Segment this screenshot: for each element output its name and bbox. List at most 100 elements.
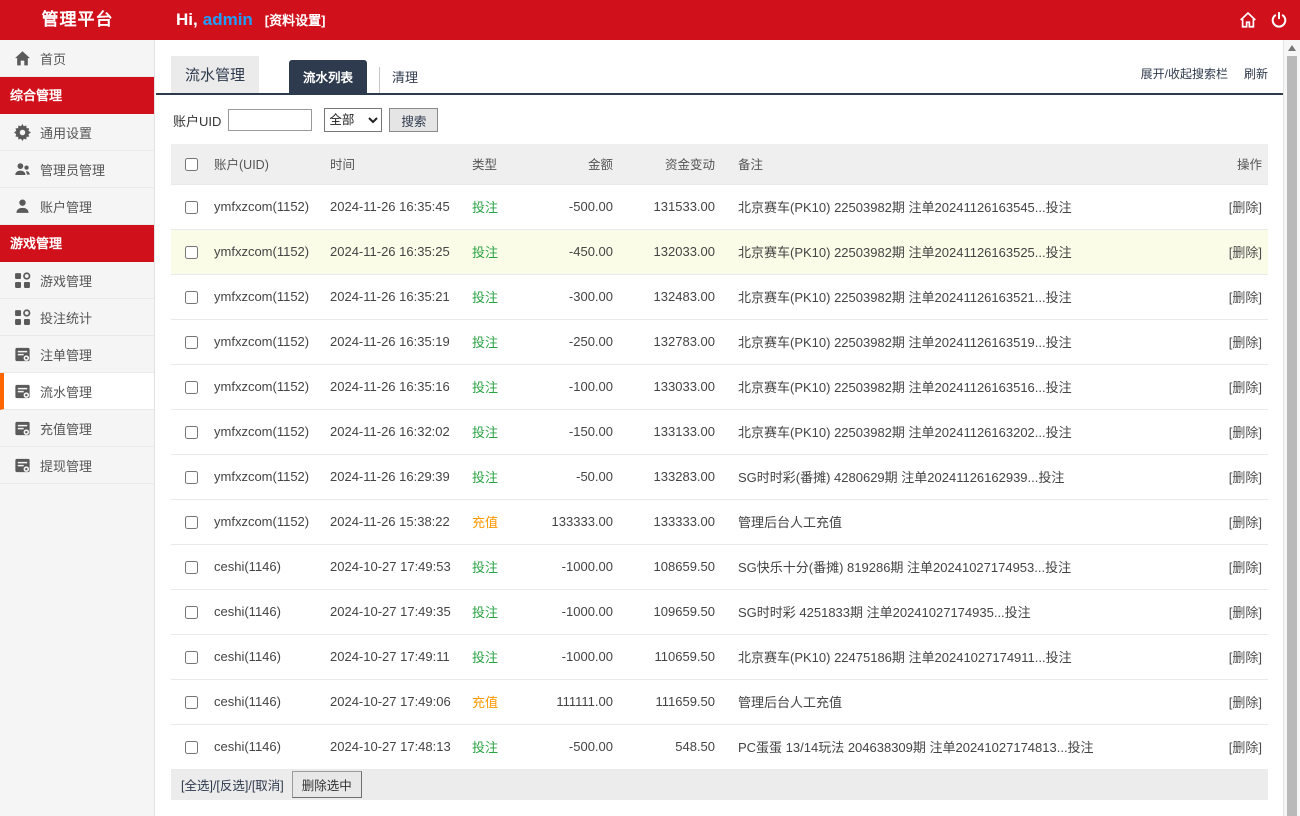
row-checkbox[interactable] — [185, 336, 198, 350]
search-button[interactable]: 搜索 — [389, 108, 439, 132]
delete-link[interactable]: [删除] — [1229, 245, 1262, 260]
home-icon[interactable] — [1239, 11, 1257, 29]
sidebar-item-account-management[interactable]: 账户管理 — [0, 188, 154, 225]
sidebar-item-recharge-management[interactable]: 充值管理 — [0, 410, 154, 447]
top-actions — [1239, 0, 1288, 40]
cell-amount: -500.00 — [546, 724, 614, 770]
cell-action: [删除] — [1198, 589, 1268, 635]
cell-remark: 北京赛车(PK10) 22503982期 注单20241126163545...… — [716, 184, 1198, 230]
table-row: ceshi(1146) 2024-10-27 17:49:53 投注 -1000.00… — [171, 544, 1268, 590]
row-checkbox[interactable] — [185, 651, 198, 665]
delete-link[interactable]: [删除] — [1229, 695, 1262, 710]
table-row: ymfxzcom(1152) 2024-11-26 15:38:22 充值 13333… — [171, 499, 1268, 545]
delete-link[interactable]: [删除] — [1229, 470, 1262, 485]
cell-action: [删除] — [1198, 274, 1268, 320]
cell-amount: -450.00 — [546, 229, 614, 275]
delete-link[interactable]: [删除] — [1229, 515, 1262, 530]
sidebar-item-label: 注单管理 — [40, 347, 93, 363]
cell-amount: -1000.00 — [546, 544, 614, 590]
sidebar-item-home[interactable]: 首页 — [0, 40, 154, 77]
scrollbar-thumb[interactable] — [1287, 56, 1297, 816]
type-badge: 投注 — [472, 740, 499, 755]
sidebar-item-order-management[interactable]: 注单管理 — [0, 336, 154, 373]
delete-selected-button[interactable]: 删除选中 — [291, 771, 362, 798]
cell-balance: 108659.50 — [614, 544, 716, 590]
cell-balance: 131533.00 — [614, 184, 716, 230]
table-header-row: 账户(UID) 时间 类型 金额 资金变动 备注 操作 — [171, 144, 1268, 185]
delete-link[interactable]: [删除] — [1229, 335, 1262, 350]
cell-remark: 北京赛车(PK10) 22503982期 注单20241126163202...… — [716, 409, 1198, 455]
sidebar-item-flow-management[interactable]: 流水管理 — [0, 373, 154, 410]
row-checkbox[interactable] — [185, 741, 198, 755]
cell-time: 2024-10-27 17:49:06 — [329, 679, 471, 725]
delete-link[interactable]: [删除] — [1229, 740, 1262, 755]
sidebar-item-game-management[interactable]: 游戏管理 — [0, 262, 154, 299]
power-icon[interactable] — [1270, 11, 1288, 29]
row-checkbox[interactable] — [185, 516, 198, 530]
delete-link[interactable]: [删除] — [1229, 200, 1262, 215]
vertical-scrollbar[interactable] — [1283, 40, 1300, 816]
sidebar-item-general-settings[interactable]: 通用设置 — [0, 114, 154, 151]
refresh-link[interactable]: 刷新 — [1244, 65, 1268, 82]
type-badge: 充值 — [472, 515, 499, 530]
type-badge: 投注 — [472, 425, 499, 440]
sidebar-section-game-group: 游戏管理 — [0, 225, 154, 262]
type-filter-select[interactable]: 全部 — [324, 108, 383, 132]
delete-link[interactable]: [删除] — [1229, 560, 1262, 575]
row-checkbox[interactable] — [185, 201, 198, 215]
row-checkbox[interactable] — [185, 471, 198, 485]
scroll-up-icon[interactable] — [1288, 45, 1296, 51]
page-title: 流水管理 — [171, 56, 260, 93]
sidebar-item-withdraw-management[interactable]: 提现管理 — [0, 447, 154, 484]
row-checkbox[interactable] — [185, 426, 198, 440]
cell-amount: -150.00 — [546, 409, 614, 455]
type-badge: 投注 — [472, 335, 499, 350]
cell-remark: 北京赛车(PK10) 22503982期 注单20241126163525...… — [716, 229, 1198, 275]
row-checkbox[interactable] — [185, 381, 198, 395]
row-checkbox[interactable] — [185, 291, 198, 305]
sidebar-item-admin-management[interactable]: 管理员管理 — [0, 151, 154, 188]
cell-checkbox — [171, 544, 213, 590]
profile-settings-link[interactable]: [资料设置] — [265, 13, 326, 28]
cell-time: 2024-11-26 16:35:25 — [329, 229, 471, 275]
sidebar-item-label: 管理员管理 — [40, 162, 106, 178]
delete-link[interactable]: [删除] — [1229, 290, 1262, 305]
cell-remark: 北京赛车(PK10) 22503982期 注单20241126163521...… — [716, 274, 1198, 320]
sidebar-item-label: 首页 — [40, 51, 67, 67]
delete-link[interactable]: [删除] — [1229, 650, 1262, 665]
column-header-account: 账户(UID) — [213, 144, 329, 185]
row-checkbox[interactable] — [185, 696, 198, 710]
cell-type: 投注 — [471, 544, 546, 590]
delete-link[interactable]: [删除] — [1229, 425, 1262, 440]
delete-link[interactable]: [删除] — [1229, 380, 1262, 395]
select-all-checkbox[interactable] — [185, 157, 198, 171]
row-checkbox[interactable] — [185, 246, 198, 260]
cell-action: [删除] — [1198, 454, 1268, 500]
type-badge: 投注 — [472, 650, 499, 665]
tab-clean[interactable]: 清理 — [379, 67, 430, 93]
cell-type: 投注 — [471, 724, 546, 770]
tab-flow-list[interactable]: 流水列表 — [289, 60, 368, 93]
select-toggle-links[interactable]: [全选]/[反选]/[取消] — [181, 775, 284, 794]
delete-link[interactable]: [删除] — [1229, 605, 1262, 620]
row-checkbox[interactable] — [185, 606, 198, 620]
cell-type: 充值 — [471, 499, 546, 545]
cell-action: [删除] — [1198, 724, 1268, 770]
cell-amount: -100.00 — [546, 364, 614, 410]
column-header-action: 操作 — [1198, 144, 1268, 185]
cell-action: [删除] — [1198, 319, 1268, 365]
account-uid-input[interactable] — [228, 109, 313, 131]
cell-type: 充值 — [471, 679, 546, 725]
toggle-search-link[interactable]: 展开/收起搜索栏 — [1141, 65, 1228, 82]
cell-checkbox — [171, 274, 213, 320]
row-checkbox[interactable] — [185, 561, 198, 575]
username: admin — [202, 10, 253, 29]
cell-time: 2024-10-27 17:49:11 — [329, 634, 471, 680]
form-icon — [14, 457, 31, 474]
cell-time: 2024-11-26 16:35:16 — [329, 364, 471, 410]
sidebar-item-label: 通用设置 — [40, 125, 93, 141]
cell-balance: 132033.00 — [614, 229, 716, 275]
sidebar-item-bet-stats[interactable]: 投注统计 — [0, 299, 154, 336]
sidebar-item-label: 游戏管理 — [40, 273, 93, 289]
greeting-prefix: Hi, — [176, 10, 198, 29]
